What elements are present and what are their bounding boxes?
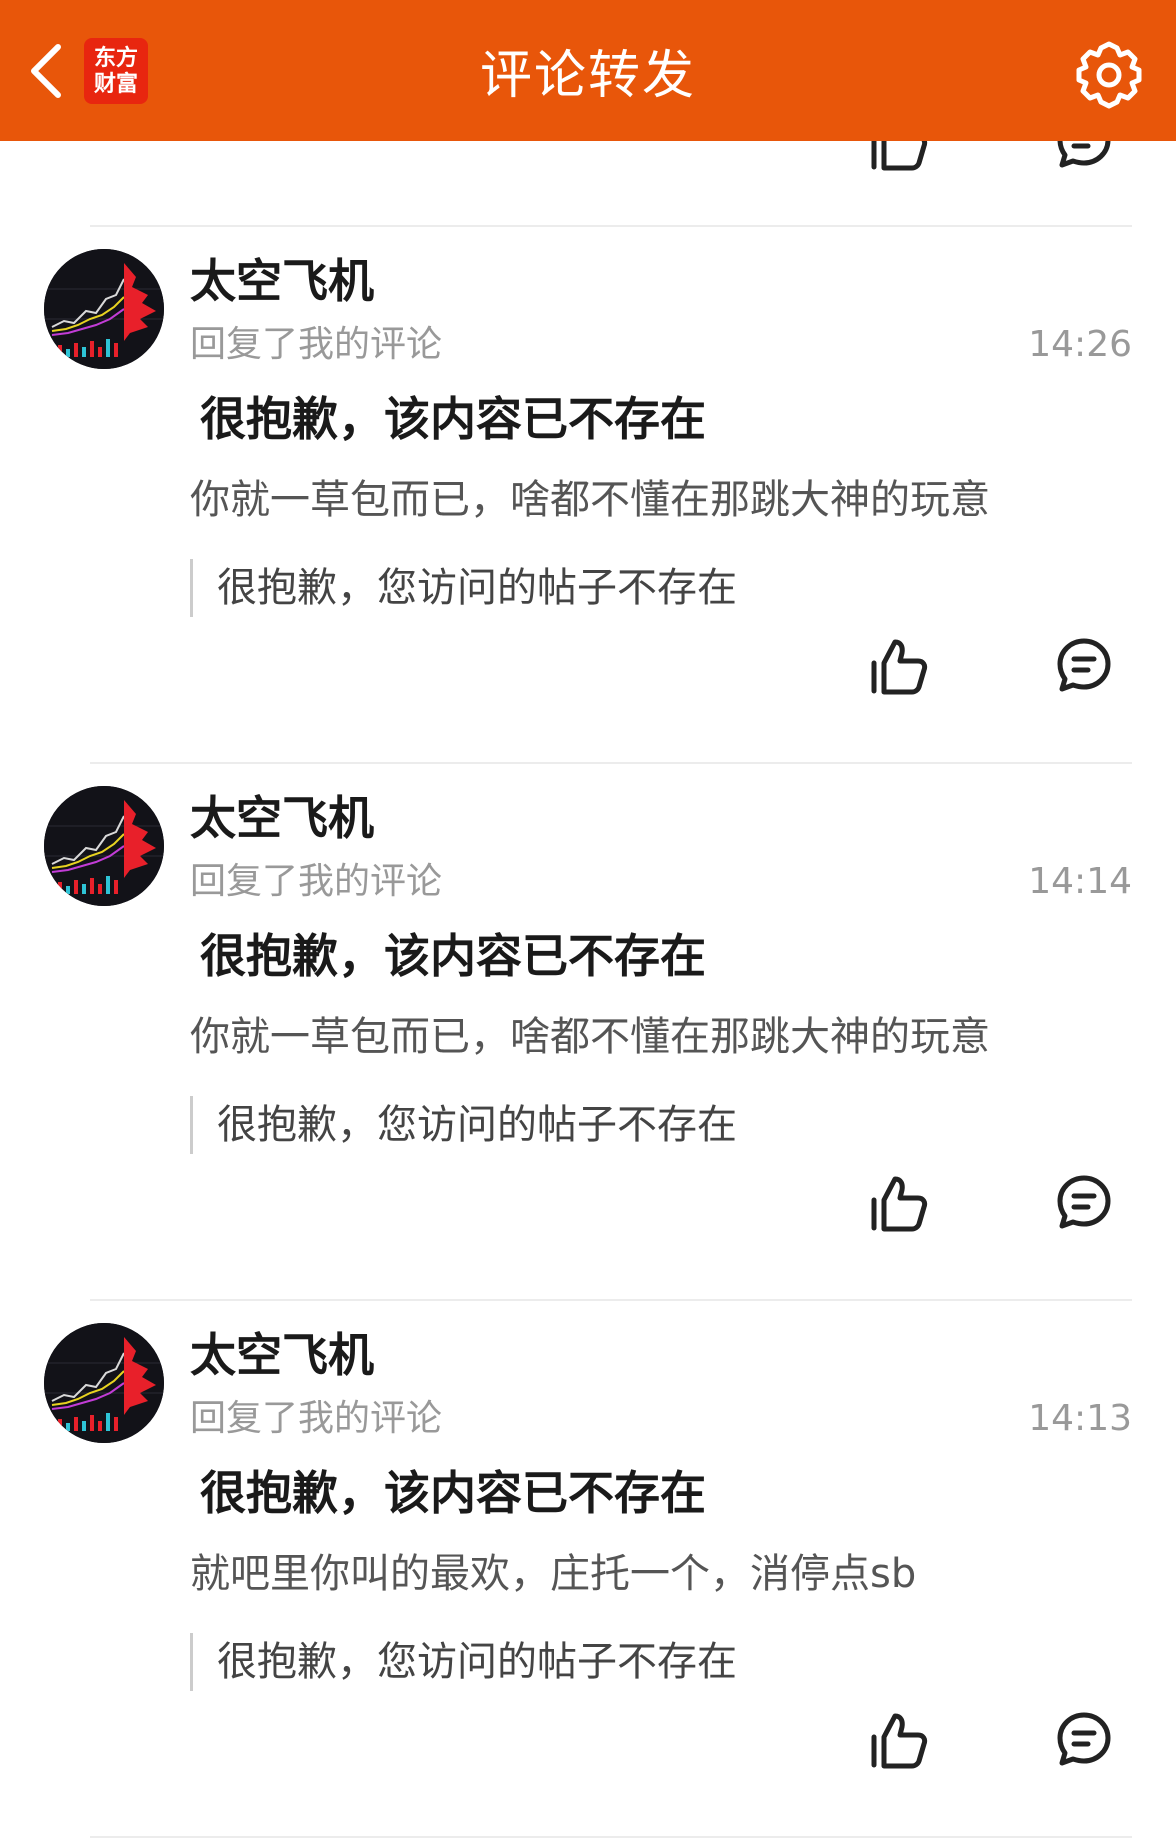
comment-item[interactable]: 太空飞机 回复了我的评论 14:26 很抱歉，该内容已不存在 你就一草包而已，啥… — [0, 225, 1176, 762]
comment-button[interactable] — [1056, 141, 1112, 169]
quoted-post[interactable]: 很抱歉，您访问的帖子不存在 — [190, 1633, 737, 1691]
thumbs-up-icon — [871, 639, 928, 695]
eastmoney-logo[interactable]: 东方 财富 — [84, 38, 148, 104]
like-button[interactable] — [868, 1174, 928, 1234]
deleted-content-title: 很抱歉，该内容已不存在 — [200, 1466, 706, 1520]
divider — [90, 225, 1132, 227]
reply-text[interactable]: 你就一草包而已，啥都不懂在那跳大神的玩意 — [190, 475, 990, 525]
avatar[interactable] — [44, 786, 164, 906]
gear-icon — [1076, 41, 1142, 109]
page-title: 评论转发 — [479, 46, 696, 106]
logo-line-1: 东方 — [93, 45, 138, 71]
reply-subtitle: 回复了我的评论 — [190, 861, 443, 902]
comment-button[interactable] — [1056, 637, 1112, 693]
avatar-chart-image — [44, 1323, 164, 1443]
quoted-post[interactable]: 很抱歉，您访问的帖子不存在 — [190, 559, 737, 617]
comment-button[interactable] — [1056, 1711, 1112, 1767]
username[interactable]: 太空飞机 — [190, 1327, 374, 1383]
quoted-post[interactable]: 很抱歉，您访问的帖子不存在 — [190, 1096, 737, 1154]
comment-icon — [1057, 1712, 1111, 1766]
settings-button[interactable] — [1072, 38, 1146, 112]
avatar-chart-image — [44, 249, 164, 369]
logo-line-2: 财富 — [93, 71, 138, 97]
username[interactable]: 太空飞机 — [190, 253, 374, 309]
divider — [90, 1836, 1132, 1838]
previous-item-actions — [0, 141, 1176, 173]
divider — [90, 1299, 1132, 1301]
comment-item[interactable]: 太空飞机 回复了我的评论 14:13 很抱歉，该内容已不存在 就吧里你叫的最欢，… — [0, 1299, 1176, 1836]
comment-icon — [1057, 1175, 1111, 1229]
divider — [90, 762, 1132, 764]
timestamp: 14:14 — [1028, 861, 1132, 902]
avatar[interactable] — [44, 249, 164, 369]
reply-subtitle: 回复了我的评论 — [190, 324, 443, 365]
deleted-content-title: 很抱歉，该内容已不存在 — [200, 392, 706, 446]
timestamp: 14:26 — [1028, 324, 1132, 365]
username[interactable]: 太空飞机 — [190, 790, 374, 846]
timestamp: 14:13 — [1028, 1398, 1132, 1439]
comment-icon — [1057, 638, 1111, 692]
back-button[interactable] — [18, 36, 74, 106]
chevron-left-icon — [31, 44, 61, 98]
avatar[interactable] — [44, 1323, 164, 1443]
like-button[interactable] — [868, 1711, 928, 1771]
like-button[interactable] — [868, 637, 928, 697]
thumbs-up-icon — [871, 1176, 928, 1232]
thumbs-up-icon — [871, 141, 928, 171]
reply-text[interactable]: 你就一草包而已，啥都不懂在那跳大神的玩意 — [190, 1012, 990, 1062]
avatar-chart-image — [44, 786, 164, 906]
like-button[interactable] — [868, 141, 928, 173]
reply-text[interactable]: 就吧里你叫的最欢，庄托一个，消停点sb — [190, 1549, 916, 1599]
deleted-content-title: 很抱歉，该内容已不存在 — [200, 929, 706, 983]
comment-button[interactable] — [1056, 1174, 1112, 1230]
comment-item[interactable]: 太空飞机 回复了我的评论 14:14 很抱歉，该内容已不存在 你就一草包而已，啥… — [0, 762, 1176, 1299]
comment-icon — [1057, 141, 1111, 168]
reply-subtitle: 回复了我的评论 — [190, 1398, 443, 1439]
thumbs-up-icon — [871, 1713, 928, 1769]
comment-feed[interactable]: 太空飞机 回复了我的评论 14:26 很抱歉，该内容已不存在 你就一草包而已，啥… — [0, 141, 1176, 1846]
app-header: 东方 财富 评论转发 — [0, 0, 1176, 141]
